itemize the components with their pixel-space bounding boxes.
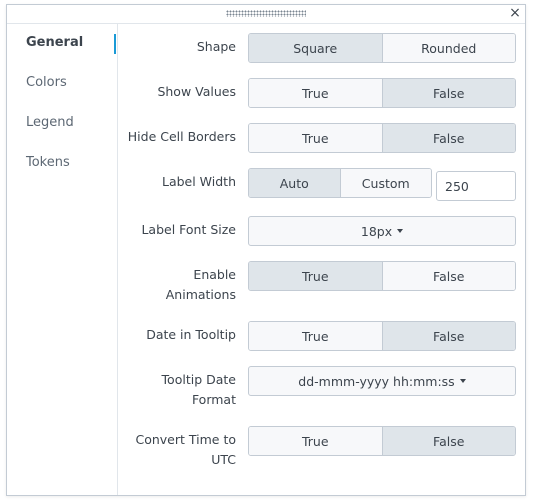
panel-titlebar: × [7, 5, 525, 24]
sidebar-item-general[interactable]: General [26, 35, 83, 50]
sidebar-item-colors[interactable]: Colors [26, 75, 67, 90]
close-icon[interactable]: × [507, 5, 523, 21]
show-values-true-option[interactable]: True [249, 79, 382, 107]
shape-rounded-option[interactable]: Rounded [381, 34, 515, 62]
hide-cell-borders-false-option[interactable]: False [381, 124, 515, 152]
drag-handle-icon[interactable] [226, 10, 306, 17]
sidebar-item-tokens[interactable]: Tokens [26, 155, 70, 170]
label-font-size-dropdown[interactable]: 18px [248, 216, 516, 246]
sidebar-item-legend[interactable]: Legend [26, 115, 74, 130]
enable-animations-toggle: True False [248, 261, 516, 291]
date-in-tooltip-label: Date in Tooltip [146, 327, 236, 342]
enable-animations-false-option[interactable]: False [381, 262, 515, 290]
convert-time-utc-label: Convert Time to UTC [135, 430, 236, 470]
label-font-size-value: 18px [360, 223, 393, 239]
shape-square-option[interactable]: Square [249, 34, 382, 62]
show-values-toggle: True False [248, 78, 516, 108]
label-width-toggle: Auto Custom [248, 168, 432, 198]
caret-down-icon [397, 229, 404, 233]
enable-animations-label: Enable Animations [166, 265, 236, 305]
tooltip-date-format-label-line2: Format [191, 392, 236, 407]
label-font-size-label: Label Font Size [141, 222, 236, 237]
label-width-custom-option[interactable]: Custom [339, 169, 431, 197]
hide-cell-borders-label: Hide Cell Borders [127, 129, 236, 144]
convert-time-utc-toggle: True False [248, 426, 516, 456]
shape-toggle: Square Rounded [248, 33, 516, 63]
caret-down-icon [459, 379, 466, 383]
tooltip-date-format-label: Tooltip Date Format [162, 370, 236, 410]
show-values-label: Show Values [157, 84, 236, 99]
shape-label: Shape [196, 39, 236, 54]
convert-time-utc-false-option[interactable]: False [381, 427, 515, 455]
tooltip-date-format-label-line1: Tooltip Date [161, 372, 236, 387]
date-in-tooltip-false-option[interactable]: False [381, 322, 515, 350]
tooltip-date-format-value: dd-mmm-yyyy hh:mm:ss [298, 373, 455, 389]
enable-animations-true-option[interactable]: True [249, 262, 382, 290]
settings-panel: × General Colors Legend Tokens Shape Squ… [6, 4, 526, 496]
label-width-label: Label Width [161, 174, 236, 189]
enable-animations-label-line1: Enable [193, 267, 236, 282]
sidebar-nav: General Colors Legend Tokens [7, 24, 118, 495]
enable-animations-label-line2: Animations [165, 287, 236, 302]
hide-cell-borders-toggle: True False [248, 123, 516, 153]
label-width-input[interactable] [436, 171, 516, 201]
hide-cell-borders-true-option[interactable]: True [249, 124, 382, 152]
convert-time-utc-label-line2: UTC [211, 452, 236, 467]
active-tab-indicator [114, 34, 116, 54]
date-in-tooltip-true-option[interactable]: True [249, 322, 382, 350]
convert-time-utc-label-line1: Convert Time to [135, 432, 236, 447]
show-values-false-option[interactable]: False [381, 79, 515, 107]
date-in-tooltip-toggle: True False [248, 321, 516, 351]
convert-time-utc-true-option[interactable]: True [249, 427, 382, 455]
label-width-auto-option[interactable]: Auto [249, 169, 340, 197]
tooltip-date-format-dropdown[interactable]: dd-mmm-yyyy hh:mm:ss [248, 366, 516, 396]
